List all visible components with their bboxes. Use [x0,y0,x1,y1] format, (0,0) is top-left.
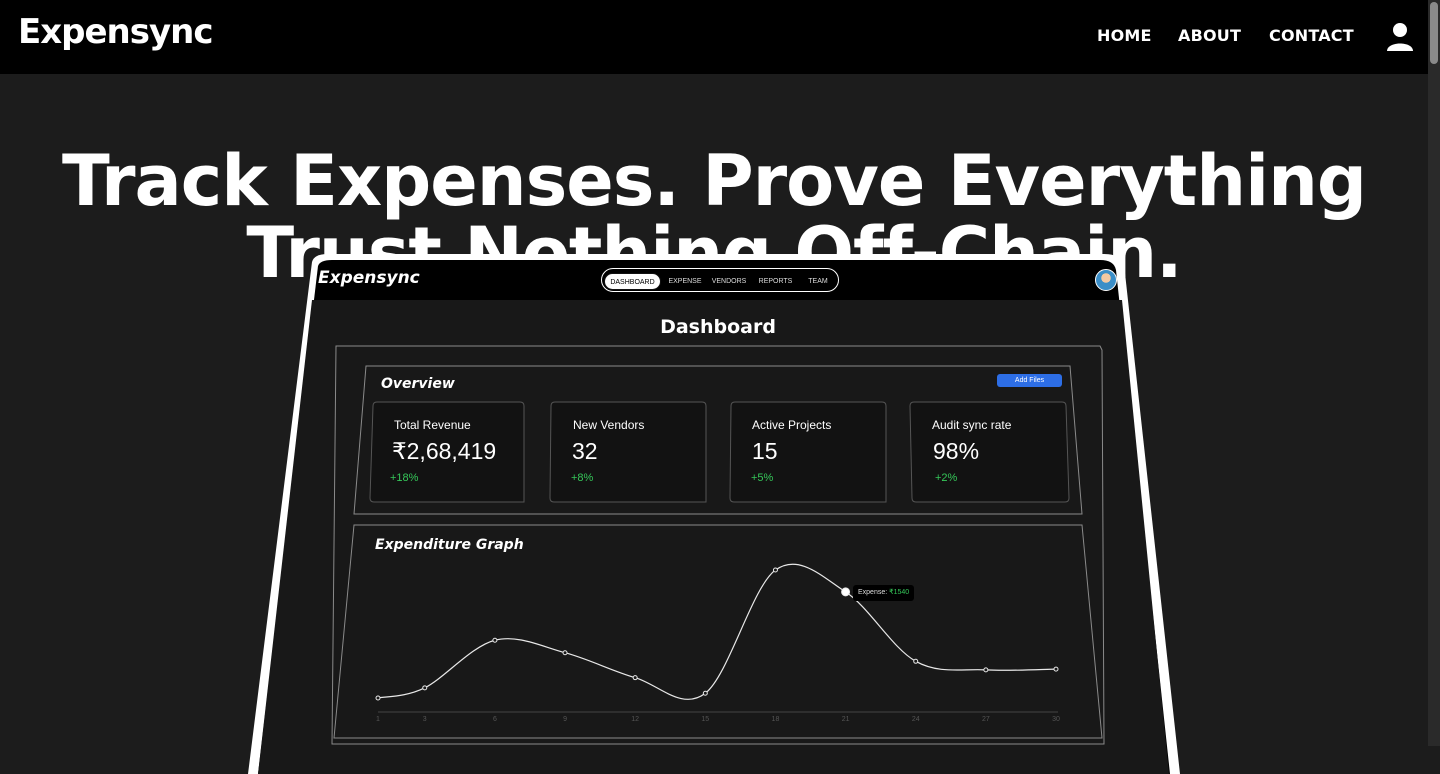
user-icon[interactable] [1386,22,1414,52]
x-tick-label: 1 [376,716,380,723]
chart-tooltip: Expense: ₹1540 [853,585,915,601]
x-tick-label: 12 [631,716,639,723]
tooltip-label: Expense: [858,589,888,596]
data-point[interactable] [772,567,778,573]
nav-contact-link[interactable]: CONTACT [1269,26,1354,45]
nav-about-link[interactable]: ABOUT [1178,26,1241,45]
data-point[interactable] [422,685,428,691]
x-tick-label: 24 [912,716,920,723]
x-tick-label: 3 [423,716,427,723]
x-tick-label: 30 [1052,716,1060,723]
highlighted-data-point[interactable] [841,587,851,597]
data-point[interactable] [492,637,498,643]
page-scrollbar[interactable] [1428,0,1440,746]
data-point[interactable] [913,658,919,664]
data-point[interactable] [983,667,989,673]
x-tick-label: 6 [493,716,497,723]
x-tick-label: 15 [701,716,709,723]
tooltip-value: ₹1540 [889,589,910,596]
top-navigation-bar: Expensync HOME ABOUT CONTACT [0,0,1428,74]
expenditure-line-chart: 1 3 6 9 12 15 18 21 24 27 30 [375,563,1060,723]
data-point[interactable] [375,695,381,701]
scrollbar-thumb[interactable] [1430,2,1438,64]
site-logo[interactable]: Expensync [18,12,214,52]
x-tick-label: 27 [982,716,990,723]
hero-heading-line-1: Track Expenses. Prove Everything [61,140,1367,222]
app-screen: Expensync DASHBOARD EXPENSE VENDORS REPO… [248,254,1180,774]
dashboard-preview-device: Expensync DASHBOARD EXPENSE VENDORS REPO… [248,254,1180,774]
x-tick-label: 18 [772,716,780,723]
x-tick-label: 21 [842,716,850,723]
data-point[interactable] [1053,666,1059,672]
data-point[interactable] [632,675,638,681]
expenditure-series-line [377,563,1057,700]
nav-home-link[interactable]: HOME [1097,26,1152,45]
x-tick-label: 9 [563,716,567,723]
data-point[interactable] [562,650,568,656]
data-point[interactable] [702,690,708,696]
